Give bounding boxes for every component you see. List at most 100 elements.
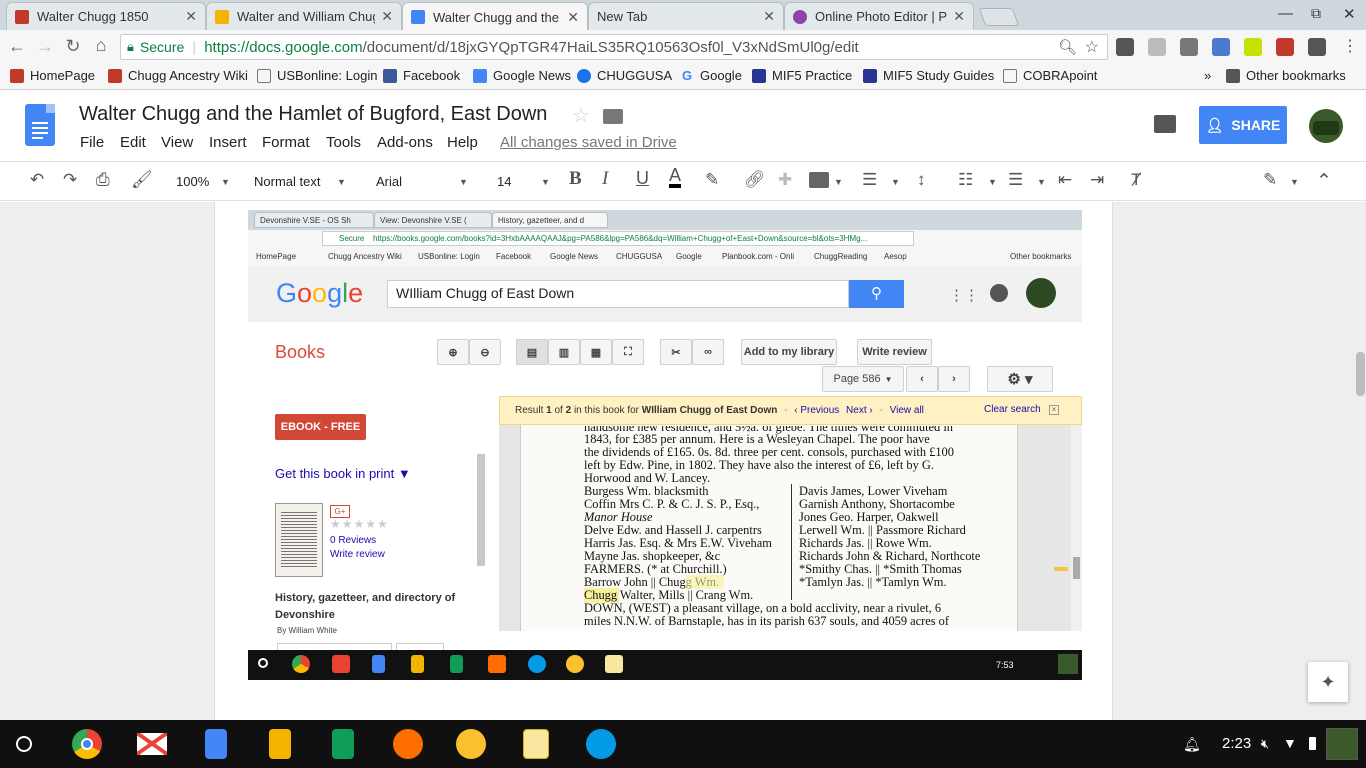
redo-icon[interactable]: ↷	[63, 170, 77, 190]
extension-icon[interactable]	[1308, 38, 1326, 56]
bookmark-item[interactable]: CHUGGUSA	[577, 68, 672, 83]
pdf-icon[interactable]	[1276, 38, 1294, 56]
bookmark-item[interactable]: Google News	[473, 68, 571, 83]
docs-icon[interactable]	[205, 729, 227, 759]
bookmark-item[interactable]: Facebook	[383, 68, 460, 83]
chevron-down-icon[interactable]: ▼	[834, 177, 843, 187]
menu-help[interactable]: Help	[447, 134, 478, 151]
chevron-down-icon[interactable]: ▼	[337, 177, 346, 187]
save-status[interactable]: All changes saved in Drive	[500, 134, 677, 151]
browser-tab-active[interactable]: Walter Chugg and the Ha ✕	[402, 2, 588, 31]
menu-edit[interactable]: Edit	[120, 134, 146, 151]
home-icon[interactable]: ⌂	[90, 35, 112, 56]
bookmark-item[interactable]: MIF5 Study Guides	[863, 68, 994, 83]
bookmark-item[interactable]: MIF5 Practice	[752, 68, 852, 83]
notification-bell-icon[interactable]: 🔔︎	[1183, 736, 1201, 753]
bold-icon[interactable]: B	[569, 168, 582, 190]
style-select[interactable]: Normal text	[254, 174, 320, 189]
clear-formatting-icon[interactable]: Ⱦ	[1131, 170, 1141, 190]
browser-tab[interactable]: Online Photo Editor | Pix ✕	[784, 2, 974, 30]
extension-icon[interactable]	[1116, 38, 1134, 56]
print-icon[interactable]: ⎙	[96, 170, 110, 190]
clock[interactable]: 2:23	[1222, 735, 1251, 752]
wifi-icon[interactable]: ▼	[1283, 735, 1297, 751]
text-color-icon[interactable]: A	[669, 166, 682, 188]
extension-icon[interactable]	[1244, 38, 1262, 56]
paint-format-icon[interactable]: 🖌︎	[131, 170, 153, 190]
bookmark-item[interactable]: G Google	[680, 68, 742, 83]
line-spacing-icon[interactable]: ↕	[917, 170, 926, 190]
star-icon[interactable]: ☆	[572, 103, 590, 128]
browser-tab[interactable]: Walter Chugg 1850 ✕	[6, 2, 206, 30]
menu-view[interactable]: View	[161, 134, 193, 151]
folder-icon[interactable]	[603, 109, 623, 124]
menu-file[interactable]: File	[80, 134, 104, 151]
keep-icon[interactable]	[456, 729, 486, 759]
browser-tab[interactable]: New Tab ✕	[588, 2, 784, 30]
align-left-icon[interactable]: ☰	[862, 170, 877, 190]
close-icon[interactable]: ✕	[185, 8, 197, 25]
battery-icon[interactable]	[1309, 737, 1316, 750]
notes-icon[interactable]	[523, 729, 549, 759]
forward-icon[interactable]: →	[34, 36, 56, 57]
underline-icon[interactable]: U	[636, 168, 649, 189]
chrome-icon[interactable]	[72, 729, 102, 759]
launcher-icon[interactable]	[16, 736, 32, 752]
close-window-icon[interactable]: ✕	[1343, 5, 1356, 23]
scrollbar-thumb[interactable]	[1356, 352, 1365, 396]
document-title[interactable]: Walter Chugg and the Hamlet of Bugford, …	[79, 103, 547, 126]
numbered-list-icon[interactable]: ☷	[958, 170, 973, 190]
minimize-icon[interactable]: —	[1278, 5, 1293, 22]
collapse-icon[interactable]: ⌃	[1316, 170, 1332, 193]
restore-window-icon[interactable]: ⧉	[1311, 5, 1321, 22]
insert-image-icon[interactable]	[809, 172, 829, 188]
increase-indent-icon[interactable]: ⇥	[1090, 170, 1104, 190]
highlight-icon[interactable]: ✎	[705, 170, 719, 190]
size-select[interactable]: 14	[497, 174, 511, 189]
decrease-indent-icon[interactable]: ⇤	[1058, 170, 1072, 190]
editing-mode-icon[interactable]: ✎	[1263, 170, 1277, 190]
close-icon[interactable]: ✕	[953, 8, 965, 25]
close-icon[interactable]: ✕	[567, 9, 579, 26]
link-icon[interactable]: 🔗︎	[744, 170, 766, 190]
add-comment-icon[interactable]: ✚	[778, 170, 792, 190]
bulleted-list-icon[interactable]: ☰	[1008, 170, 1023, 190]
zoom-select[interactable]: 100%	[176, 174, 209, 189]
menu-format[interactable]: Format	[262, 134, 310, 151]
chevron-down-icon[interactable]: ▼	[221, 177, 230, 187]
other-bookmarks[interactable]: Other bookmarks	[1226, 68, 1346, 83]
italic-icon[interactable]: I	[602, 168, 608, 190]
play-music-icon[interactable]	[393, 729, 423, 759]
chevron-down-icon[interactable]: ▼	[1037, 177, 1046, 187]
avatar[interactable]	[1309, 109, 1343, 143]
close-icon[interactable]: ✕	[381, 8, 393, 25]
menu-tools[interactable]: Tools	[326, 134, 361, 151]
mute-icon[interactable]: 🔇︎	[1261, 736, 1269, 752]
bookmark-item[interactable]: HomePage	[10, 68, 95, 83]
reload-icon[interactable]: ↻	[62, 36, 84, 57]
menu-addons[interactable]: Add-ons	[377, 134, 433, 151]
chevron-down-icon[interactable]: ▼	[541, 177, 550, 187]
comments-icon[interactable]	[1154, 115, 1176, 133]
menu-icon[interactable]: ⋮	[1342, 36, 1358, 56]
gmail-icon[interactable]	[137, 733, 167, 755]
chevron-down-icon[interactable]: ▼	[988, 177, 997, 187]
close-icon[interactable]: ✕	[763, 8, 775, 25]
font-select[interactable]: Arial	[376, 174, 402, 189]
extension-icon[interactable]	[1212, 38, 1230, 56]
chevron-down-icon[interactable]: ▼	[891, 177, 900, 187]
star-icon[interactable]: ☆	[1085, 37, 1099, 57]
embedded-screenshot[interactable]: Devonshire V.SE - OS Sh View: Devonshire…	[248, 210, 1082, 680]
bookmarks-overflow[interactable]: »	[1204, 68, 1211, 83]
slides-icon[interactable]	[269, 729, 291, 759]
chevron-down-icon[interactable]: ▼	[1290, 177, 1299, 187]
extension-icon[interactable]	[1148, 38, 1166, 56]
share-button[interactable]: 👤︎ SHARE	[1199, 106, 1287, 144]
bookmark-item[interactable]: COBRApoint	[1003, 68, 1097, 83]
browser-tab[interactable]: Walter and William Chug ✕	[206, 2, 402, 30]
bookmark-item[interactable]: USBonline: Login	[257, 68, 377, 83]
files-icon[interactable]	[586, 729, 616, 759]
address-bar[interactable]: 🔒︎ Secure | https://docs.google.com/docu…	[120, 34, 1108, 60]
sheets-icon[interactable]	[332, 729, 354, 759]
chevron-down-icon[interactable]: ▼	[459, 177, 468, 187]
